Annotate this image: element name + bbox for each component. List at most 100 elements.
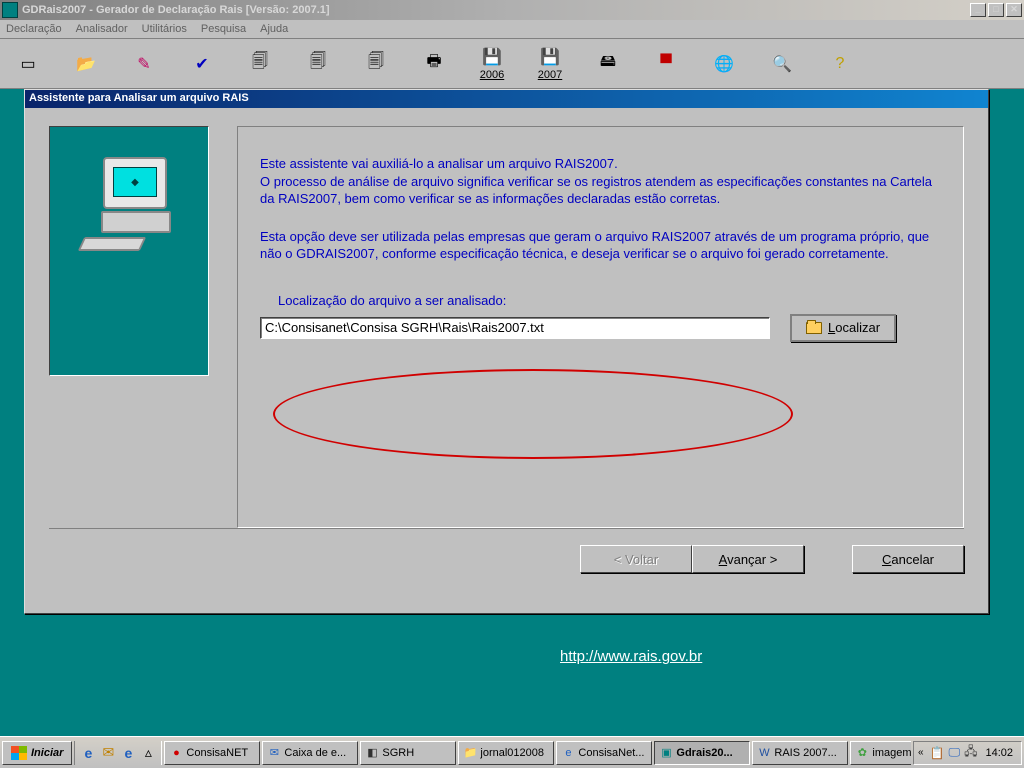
ql-desktop-icon[interactable]: ▵ bbox=[139, 744, 157, 762]
intro-line1: Este assistente vai auxiliá-lo a analisa… bbox=[260, 156, 618, 171]
taskbar-task[interactable]: ●ConsisaNET bbox=[164, 741, 260, 765]
windows-flag-icon bbox=[11, 746, 27, 760]
toolbar-files2-button[interactable]: 🗐 bbox=[306, 46, 330, 82]
start-button[interactable]: Iniciar bbox=[2, 741, 72, 765]
dialog-title: Assistente para Analisar um arquivo RAIS bbox=[25, 90, 988, 108]
clock: 14:02 bbox=[981, 747, 1017, 759]
menu-utilitarios[interactable]: Utilitários bbox=[142, 23, 187, 35]
taskbar-task[interactable]: ▣Gdrais20... bbox=[654, 741, 750, 765]
window-controls: _ □ ✕ bbox=[970, 3, 1022, 17]
toolbar-year-2007-button[interactable]: 💾2007 bbox=[538, 46, 562, 82]
task-label: Caixa de e... bbox=[284, 747, 346, 759]
task-icon: ✉ bbox=[267, 746, 281, 760]
task-icon: 📁 bbox=[463, 746, 477, 760]
tray-icon-1[interactable]: 📋 bbox=[930, 746, 945, 760]
maximize-button[interactable]: □ bbox=[988, 3, 1004, 17]
disk-icon: 💾 bbox=[540, 47, 560, 67]
wizard-image-panel: ◆ bbox=[49, 126, 209, 376]
toolbar-open-button[interactable]: 📂 bbox=[74, 46, 98, 82]
folder-icon bbox=[806, 322, 822, 334]
tray-icon-2[interactable]: 🖵 bbox=[949, 745, 961, 760]
globe-icon: 🌐 bbox=[714, 54, 734, 74]
task-icon: ● bbox=[169, 746, 183, 760]
task-icon: e bbox=[561, 746, 575, 760]
files-arrow-icon: 🗐 bbox=[308, 54, 328, 74]
intro-line2: O processo de análise de arquivo signifi… bbox=[260, 174, 932, 207]
ql-ie-icon[interactable]: e bbox=[79, 744, 97, 762]
app-titlebar: GDRais2007 - Gerador de Declaração Rais … bbox=[0, 0, 1024, 20]
task-label: SGRH bbox=[382, 747, 414, 759]
disk-icon: 💾 bbox=[482, 47, 502, 67]
ql-outlook-icon[interactable]: ✉ bbox=[99, 744, 117, 762]
task-buttons: ●ConsisaNET✉Caixa de e...◧SGRH📁jornal012… bbox=[164, 741, 911, 765]
folder-open-icon: 📂 bbox=[76, 54, 96, 74]
task-label: ConsisaNET bbox=[186, 747, 248, 759]
toolbar-help-button[interactable]: ? bbox=[828, 46, 852, 82]
task-label: Gdrais20... bbox=[676, 747, 732, 759]
menu-bar: Declaração Analisador Utilitários Pesqui… bbox=[0, 20, 1024, 39]
help-icon: ? bbox=[830, 54, 850, 74]
task-label: imagem - P... bbox=[872, 747, 911, 759]
minimize-button[interactable]: _ bbox=[970, 3, 986, 17]
taskbar-task[interactable]: ✿imagem - P... bbox=[850, 741, 911, 765]
toolbar-globe-button[interactable]: 🌐 bbox=[712, 46, 736, 82]
file-path-input[interactable] bbox=[260, 317, 770, 339]
new-doc-icon: ▭ bbox=[18, 54, 38, 74]
intro-para2: Esta opção deve ser utilizada pelas empr… bbox=[260, 228, 941, 263]
cancel-button[interactable]: Cancelar bbox=[852, 545, 964, 573]
toolbar-year-2006-button[interactable]: 💾 2006 bbox=[480, 46, 504, 82]
back-button: < Voltar bbox=[580, 545, 692, 573]
wizard-content-panel: Este assistente vai auxiliá-lo a analisa… bbox=[237, 126, 964, 528]
task-label: jornal012008 bbox=[480, 747, 544, 759]
quick-launch: e ✉ e ▵ bbox=[74, 741, 162, 765]
check-icon: ✔ bbox=[192, 54, 212, 74]
toolbar-files-pen-button[interactable]: 🗐 bbox=[364, 46, 388, 82]
toolbar: ▭ 📂 ✎ ✔ 🗐 🗐 🗐 🖶 💾 2006 💾2007 🖴 ▀ 🌐 🔍 ? bbox=[0, 39, 1024, 89]
toolbar-disk-button[interactable]: 🖴 bbox=[596, 46, 620, 82]
menu-declaracao[interactable]: Declaração bbox=[6, 23, 62, 35]
toolbar-check-button[interactable]: ✔ bbox=[190, 46, 214, 82]
next-button[interactable]: Avançar > bbox=[692, 545, 804, 573]
close-button[interactable]: ✕ bbox=[1006, 3, 1022, 17]
dialog-body: ◆ Este assistente vai auxiliá-lo a anali… bbox=[25, 108, 988, 528]
menu-ajuda[interactable]: Ajuda bbox=[260, 23, 288, 35]
system-tray: « 📋 🖵 🖧 14:02 bbox=[913, 741, 1022, 765]
toolbar-chart-button[interactable]: ▀ bbox=[654, 46, 678, 82]
window-title: GDRais2007 - Gerador de Declaração Rais … bbox=[22, 4, 970, 16]
taskbar-task[interactable]: ✉Caixa de e... bbox=[262, 741, 358, 765]
taskbar-task[interactable]: WRAIS 2007... bbox=[752, 741, 848, 765]
menu-analisador[interactable]: Analisador bbox=[76, 23, 128, 35]
task-icon: ▣ bbox=[659, 746, 673, 760]
menu-pesquisa[interactable]: Pesquisa bbox=[201, 23, 246, 35]
localizar-label: ocalizar bbox=[835, 320, 880, 335]
task-icon: W bbox=[757, 746, 771, 760]
wizard-intro-text: Este assistente vai auxiliá-lo a analisa… bbox=[260, 155, 941, 263]
file-location-row: Localizar bbox=[260, 314, 941, 342]
localizar-button[interactable]: Localizar bbox=[790, 314, 896, 342]
magnifier-icon: 🔍 bbox=[772, 54, 792, 74]
taskbar-task[interactable]: eConsisaNet... bbox=[556, 741, 652, 765]
disk2-icon: 🖴 bbox=[598, 54, 618, 74]
taskbar-task[interactable]: ◧SGRH bbox=[360, 741, 456, 765]
toolbar-new-button[interactable]: ▭ bbox=[16, 46, 40, 82]
start-label: Iniciar bbox=[31, 747, 63, 759]
taskbar: Iniciar e ✉ e ▵ ●ConsisaNET✉Caixa de e..… bbox=[0, 736, 1024, 768]
files-pen-icon: 🗐 bbox=[366, 54, 386, 74]
task-label: RAIS 2007... bbox=[774, 747, 836, 759]
printer-icon: 🖶 bbox=[424, 54, 444, 74]
year-2006-label: 2006 bbox=[480, 69, 504, 81]
toolbar-search-button[interactable]: 🔍 bbox=[770, 46, 794, 82]
ql-ie-icon-2[interactable]: e bbox=[119, 744, 137, 762]
tray-chevron-icon[interactable]: « bbox=[918, 747, 924, 758]
toolbar-print-button[interactable]: 🖶 bbox=[422, 46, 446, 82]
computer-icon: ◆ bbox=[79, 157, 179, 267]
toolbar-files1-button[interactable]: 🗐 bbox=[248, 46, 272, 82]
tray-icon-3[interactable]: 🖧 bbox=[964, 742, 977, 763]
rais-url-link[interactable]: http://www.rais.gov.br bbox=[560, 648, 702, 665]
desktop-area: Assistente para Analisar um arquivo RAIS… bbox=[0, 89, 1024, 736]
task-icon: ✿ bbox=[855, 746, 869, 760]
chart-icon: ▀ bbox=[656, 54, 676, 74]
pencil-sparkle-icon: ✎ bbox=[134, 54, 154, 74]
toolbar-edit-button[interactable]: ✎ bbox=[132, 46, 156, 82]
taskbar-task[interactable]: 📁jornal012008 bbox=[458, 741, 554, 765]
